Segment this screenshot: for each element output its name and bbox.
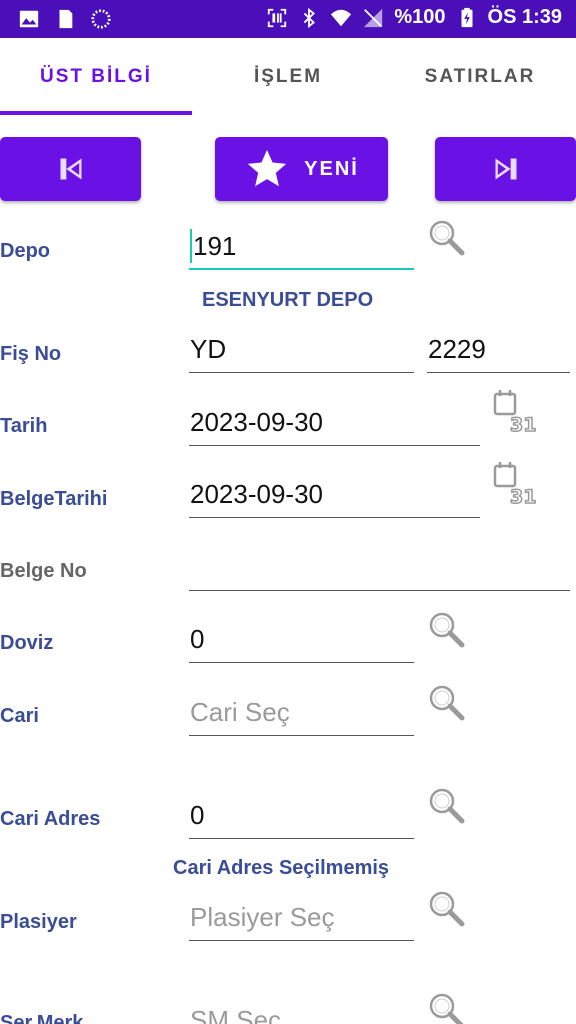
tarih-field[interactable]: 2023-09-30 [189, 402, 480, 446]
tab-satirlar[interactable]: SATIRLAR [384, 38, 576, 116]
bluetooth-icon [304, 7, 316, 28]
svg-text:31: 31 [510, 414, 536, 434]
status-left [18, 8, 112, 30]
cari-adres-label: Cari Adres [0, 808, 101, 830]
cari-adres-info: Cari Adres Seçilmemiş [173, 857, 390, 879]
ser-merk-search-icon[interactable] [426, 990, 466, 1024]
cari-label: Cari [0, 705, 39, 727]
ser-merk-field[interactable]: SM Seç [189, 1000, 414, 1024]
tarih-label: Tarih [0, 415, 48, 437]
scan-icon [268, 8, 287, 27]
doviz-search-icon[interactable] [426, 609, 466, 649]
new-button[interactable]: YENİ [215, 137, 388, 201]
tarih-calendar-icon[interactable]: 31 [492, 388, 536, 434]
doviz-field[interactable]: 0 [189, 619, 414, 663]
cari-search-icon[interactable] [426, 682, 466, 722]
doviz-label: Doviz [0, 632, 54, 654]
next-button[interactable] [435, 137, 576, 201]
fis-no-number-field[interactable]: 2229 [427, 329, 570, 373]
star-icon [247, 149, 287, 187]
depo-label: Depo [0, 240, 50, 262]
new-button-label: YENİ [304, 157, 359, 180]
fis-no-label: Fiş No [0, 343, 62, 365]
status-bar: %100 ÖS 1:39 [0, 0, 576, 38]
cari-adres-search-icon[interactable] [426, 785, 466, 825]
tab-ust-bilgi[interactable]: ÜST BİLGİ [0, 38, 192, 116]
belge-no-label: Belge No [0, 560, 87, 582]
cari-field[interactable]: Cari Seç [189, 692, 414, 736]
status-right: %100 ÖS 1:39 [266, 6, 562, 29]
depo-name: ESENYURT DEPO [202, 289, 374, 311]
belge-tarihi-field[interactable]: 2023-09-30 [189, 474, 480, 518]
depo-value: 191 [193, 231, 237, 261]
clock: ÖS 1:39 [487, 6, 562, 28]
text-caret [190, 229, 192, 264]
depo-field[interactable]: 191 [189, 226, 414, 270]
belge-tarihi-calendar-icon[interactable]: 31 [492, 460, 536, 506]
battery-charging-icon [461, 7, 473, 27]
depo-search-icon[interactable] [426, 217, 466, 257]
no-signal-icon [364, 8, 383, 27]
battery-percent: %100 [394, 6, 446, 28]
previous-button[interactable] [0, 137, 141, 201]
belge-tarihi-label: BelgeTarihi [0, 488, 108, 510]
fis-no-prefix-field[interactable]: YD [189, 329, 414, 373]
image-icon [19, 10, 39, 28]
tab-bar: ÜST BİLGİ İŞLEM SATIRLAR [0, 38, 576, 116]
tab-indicator [0, 111, 192, 115]
svg-text:31: 31 [510, 486, 536, 506]
belge-no-field[interactable] [189, 547, 570, 591]
skip-previous-icon [60, 158, 81, 180]
plasiyer-field[interactable]: Plasiyer Seç [189, 897, 414, 941]
plasiyer-search-icon[interactable] [426, 888, 466, 928]
loading-icon [91, 9, 111, 29]
sd-card-icon [59, 9, 73, 29]
wifi-icon [331, 9, 352, 26]
plasiyer-label: Plasiyer [0, 911, 77, 933]
ser-merk-label: Ser.Merk [0, 1012, 84, 1024]
tab-islem[interactable]: İŞLEM [192, 38, 384, 116]
cari-adres-field[interactable]: 0 [189, 795, 414, 839]
skip-next-icon [495, 158, 516, 180]
